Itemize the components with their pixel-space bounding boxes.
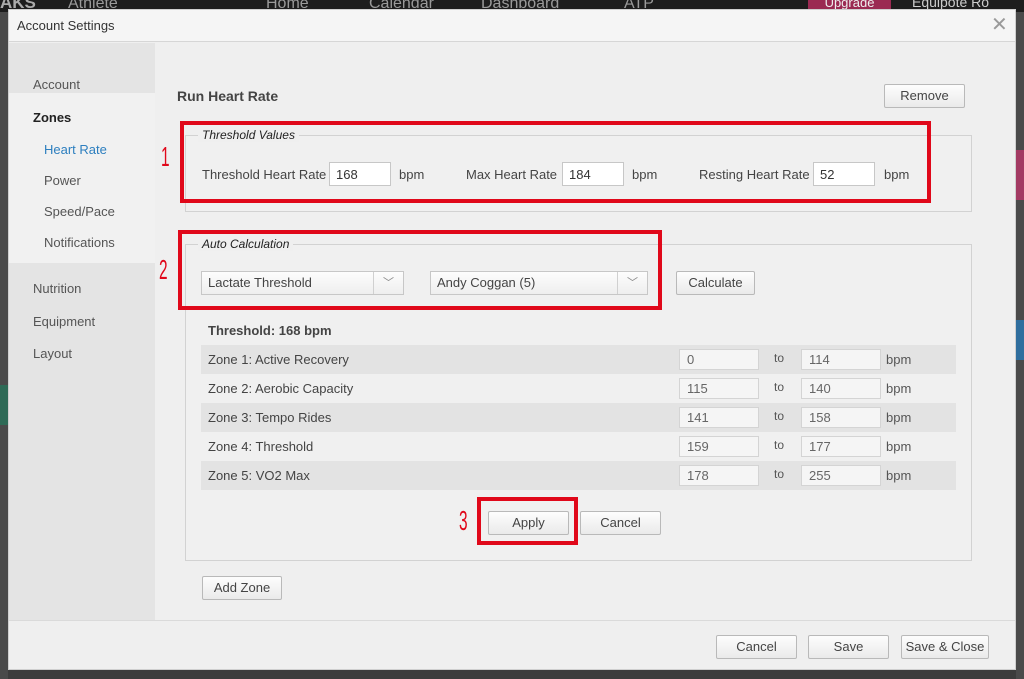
- calculation-method-select[interactable]: Lactate Threshold ﹀: [201, 271, 404, 295]
- zone-to-input[interactable]: 255: [801, 465, 881, 486]
- sidebar-item-equipment[interactable]: Equipment: [33, 314, 95, 329]
- zone-name: Zone 5: VO2 Max: [208, 468, 310, 483]
- zone-unit: bpm: [886, 410, 912, 425]
- max-hr-unit: bpm: [632, 167, 658, 182]
- dialog-title: Account Settings: [17, 18, 115, 33]
- zone-to-label: to: [774, 438, 785, 452]
- zone-from-input[interactable]: 115: [679, 378, 759, 399]
- resting-hr-label: Resting Heart Rate: [699, 167, 810, 182]
- zone-name: Zone 3: Tempo Rides: [208, 410, 332, 425]
- sidebar-item-account[interactable]: Account: [33, 77, 80, 92]
- zone-from-input[interactable]: 0: [679, 349, 759, 370]
- page-title: Run Heart Rate: [177, 88, 279, 104]
- zone-to-input[interactable]: 177: [801, 436, 881, 457]
- zone-model-select[interactable]: Andy Coggan (5) ﹀: [430, 271, 648, 295]
- sidebar-item-heart-rate[interactable]: Heart Rate: [44, 142, 107, 157]
- threshold-hr-label: Threshold Heart Rate: [202, 167, 327, 182]
- footer-save-close-button[interactable]: Save & Close: [901, 635, 989, 659]
- sidebar-item-notifications[interactable]: Notifications: [44, 235, 115, 250]
- calculation-method-value: Lactate Threshold: [208, 275, 312, 290]
- table-row: Zone 3: Tempo Rides 141 to 158 bpm: [201, 403, 956, 432]
- annotation-marker-1: 1: [161, 141, 170, 172]
- table-row: Zone 2: Aerobic Capacity 115 to 140 bpm: [201, 374, 956, 403]
- resting-hr-unit: bpm: [884, 167, 910, 182]
- auto-calculation-legend: Auto Calculation: [198, 237, 294, 251]
- zone-name: Zone 2: Aerobic Capacity: [208, 381, 354, 396]
- max-hr-label: Max Heart Rate: [466, 167, 558, 182]
- table-row: Zone 1: Active Recovery 0 to 114 bpm: [201, 345, 956, 374]
- zone-model-value: Andy Coggan (5): [437, 275, 536, 290]
- zone-to-label: to: [774, 467, 785, 481]
- background-accent: [1016, 320, 1024, 360]
- annotation-marker-3: 3: [459, 505, 468, 536]
- cancel-zones-button[interactable]: Cancel: [580, 511, 661, 535]
- zone-to-label: to: [774, 351, 785, 365]
- sidebar-item-power[interactable]: Power: [44, 173, 81, 188]
- footer-cancel-button[interactable]: Cancel: [716, 635, 797, 659]
- dialog-footer: Cancel Save Save & Close: [9, 620, 1015, 669]
- threshold-hr-unit: bpm: [399, 167, 425, 182]
- zone-to-input[interactable]: 158: [801, 407, 881, 428]
- zone-from-input[interactable]: 159: [679, 436, 759, 457]
- background-left-strip: [0, 12, 8, 679]
- threshold-values-legend: Threshold Values: [198, 128, 299, 142]
- add-zone-button[interactable]: Add Zone: [202, 576, 282, 600]
- apply-button[interactable]: Apply: [488, 511, 569, 535]
- zone-unit: bpm: [886, 352, 912, 367]
- remove-button[interactable]: Remove: [884, 84, 965, 108]
- zone-from-input[interactable]: 178: [679, 465, 759, 486]
- resting-hr-input[interactable]: [813, 162, 875, 186]
- background-accent: [1016, 150, 1024, 200]
- zone-to-input[interactable]: 114: [801, 349, 881, 370]
- chevron-down-icon: ﹀: [373, 272, 403, 294]
- threshold-hr-input[interactable]: [329, 162, 391, 186]
- zone-from-input[interactable]: 141: [679, 407, 759, 428]
- sidebar-item-speed-pace[interactable]: Speed/Pace: [44, 204, 115, 219]
- table-row: Zone 4: Threshold 159 to 177 bpm: [201, 432, 956, 461]
- zone-to-label: to: [774, 380, 785, 394]
- zone-name: Zone 1: Active Recovery: [208, 352, 349, 367]
- footer-save-button[interactable]: Save: [808, 635, 889, 659]
- zone-unit: bpm: [886, 381, 912, 396]
- annotation-marker-2: 2: [159, 254, 168, 285]
- table-row: Zone 5: VO2 Max 178 to 255 bpm: [201, 461, 956, 490]
- zone-to-label: to: [774, 409, 785, 423]
- sidebar-item-zones[interactable]: Zones: [33, 110, 71, 125]
- zone-name: Zone 4: Threshold: [208, 439, 314, 454]
- background-accent: [0, 385, 8, 425]
- zone-to-input[interactable]: 140: [801, 378, 881, 399]
- zone-unit: bpm: [886, 439, 912, 454]
- sidebar-item-layout[interactable]: Layout: [33, 346, 72, 361]
- threshold-result: Threshold: 168 bpm: [208, 323, 332, 338]
- dialog-titlebar: Account Settings ✕: [9, 10, 1015, 42]
- settings-sidebar: Account Zones Heart Rate Power Speed/Pac…: [9, 43, 155, 620]
- zone-unit: bpm: [886, 468, 912, 483]
- calculate-button[interactable]: Calculate: [676, 271, 755, 295]
- chevron-down-icon: ﹀: [617, 272, 647, 294]
- close-icon[interactable]: ✕: [991, 14, 1008, 36]
- sidebar-item-nutrition[interactable]: Nutrition: [33, 281, 81, 296]
- max-hr-input[interactable]: [562, 162, 624, 186]
